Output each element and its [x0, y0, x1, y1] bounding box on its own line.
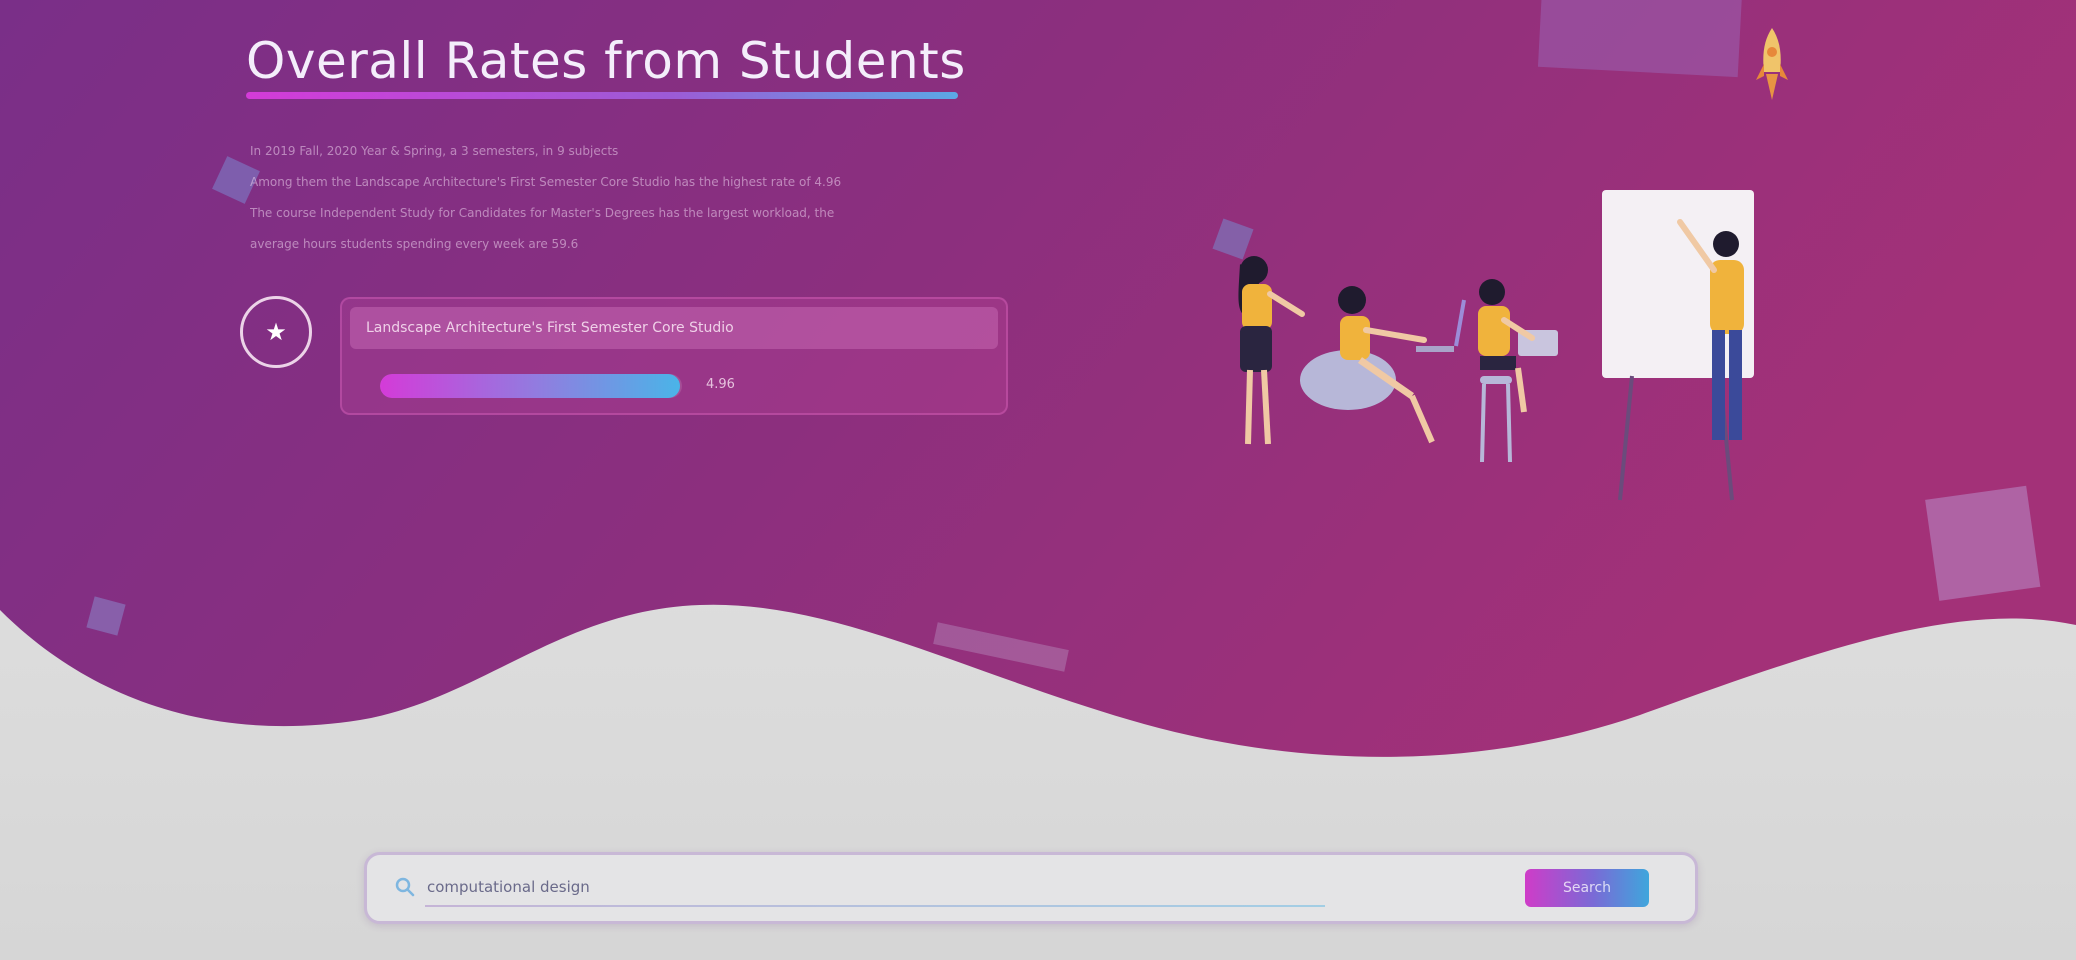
- deco-square-right: [1925, 485, 2041, 601]
- rate-value: 4.96: [706, 377, 735, 392]
- course-name: Landscape Architecture's First Semester …: [350, 307, 998, 349]
- title-underline: [246, 92, 958, 99]
- summary-line: Among them the Landscape Architecture's …: [250, 175, 842, 189]
- summary-line: In 2019 Fall, 2020 Year & Spring, a 3 se…: [250, 144, 619, 158]
- search-input[interactable]: [425, 871, 1309, 903]
- deco-square-top: [1537, 0, 1742, 78]
- star-icon: ★: [265, 318, 287, 346]
- rate-bar-fill: [380, 374, 680, 398]
- search-button[interactable]: Search: [1525, 869, 1649, 907]
- top-course-card[interactable]: Landscape Architecture's First Semester …: [340, 297, 1008, 415]
- rocket-icon: [1756, 28, 1788, 100]
- rate-bar-track: [380, 374, 682, 398]
- summary-line: average hours students spending every we…: [250, 237, 579, 251]
- search-bar: Search: [364, 852, 1698, 924]
- summary-line: The course Independent Study for Candida…: [250, 206, 835, 220]
- summary-text: In 2019 Fall, 2020 Year & Spring, a 3 se…: [250, 136, 1070, 260]
- search-input-underline: [425, 905, 1325, 907]
- team-meeting-illustration: [1238, 190, 1754, 501]
- deco-square-small-left: [86, 596, 126, 636]
- deco-bar-bottom: [933, 622, 1069, 672]
- section-title: Overall Rates from Students: [246, 32, 966, 90]
- search-icon: [395, 877, 415, 897]
- rank-badge: ★: [240, 296, 312, 368]
- page: Overall Rates from Students In 2019 Fall…: [0, 0, 2076, 960]
